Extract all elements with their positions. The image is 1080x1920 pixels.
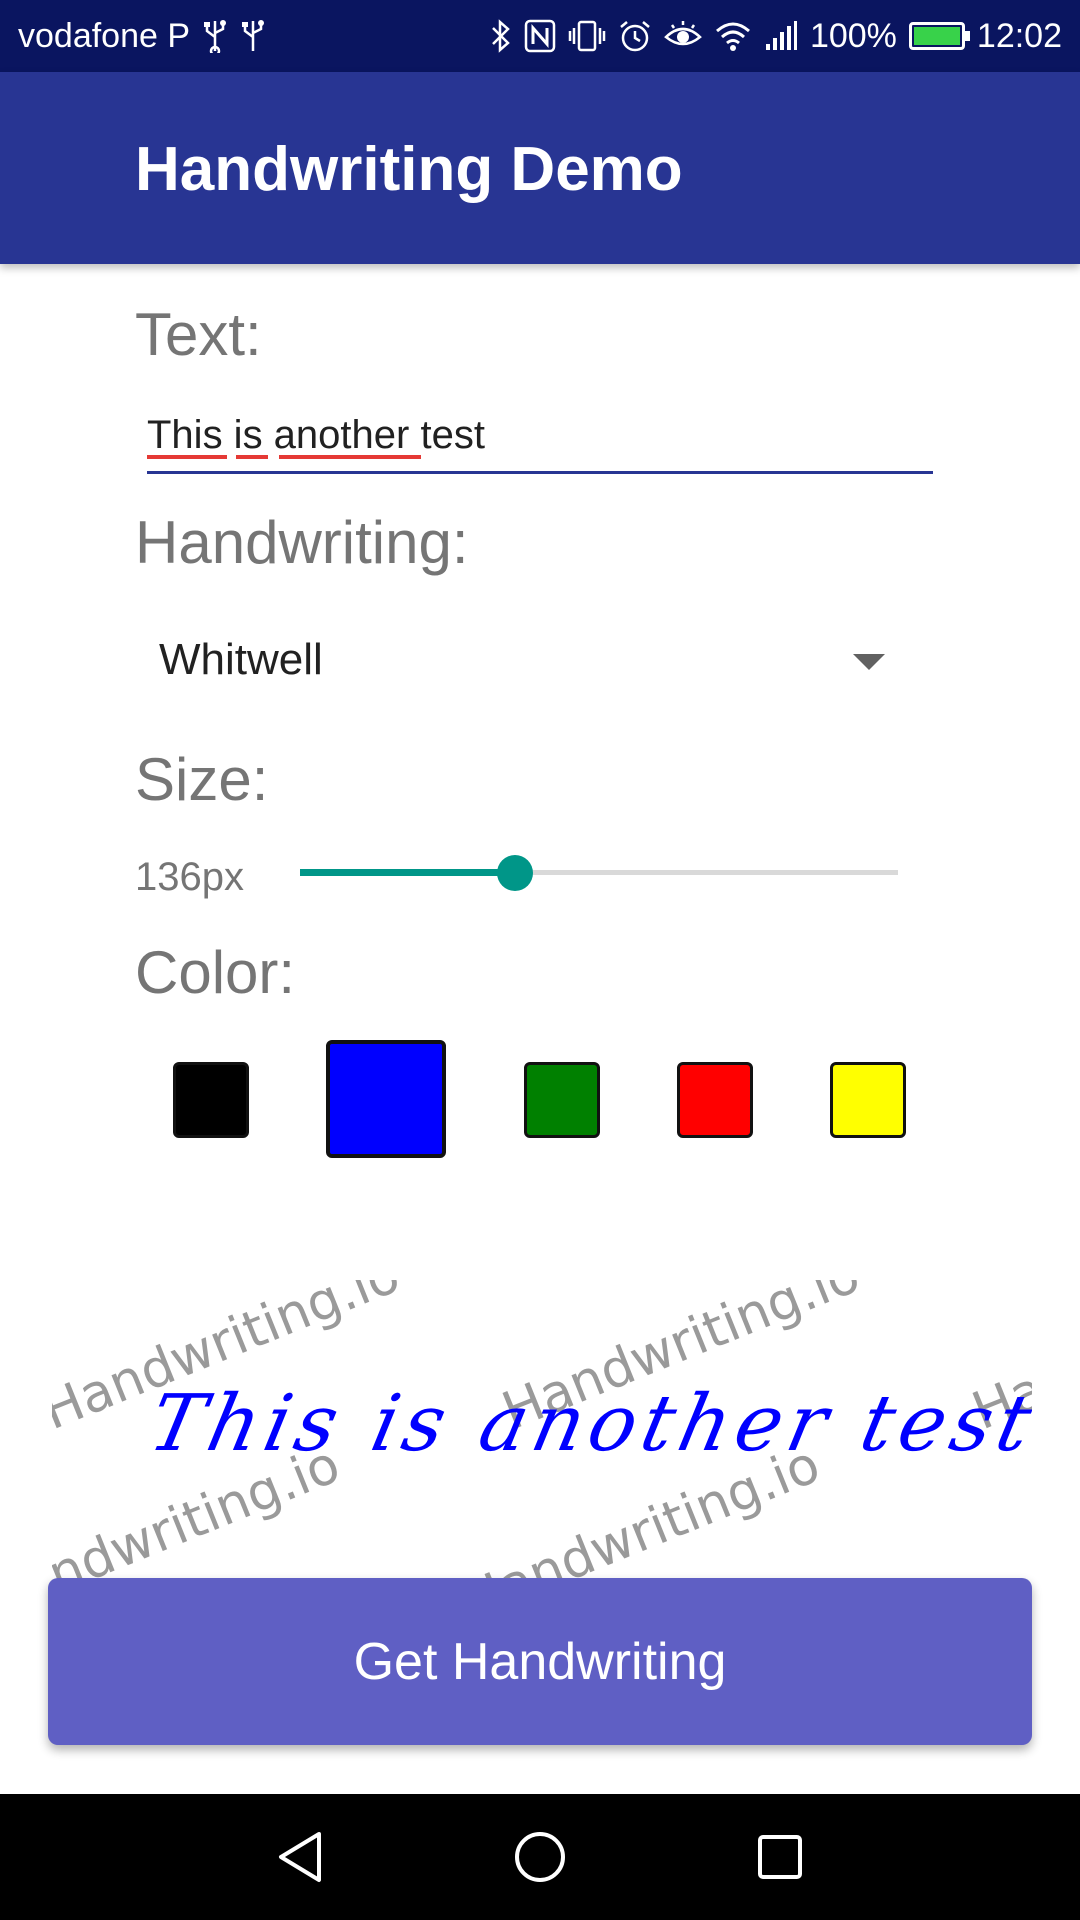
slider-thumb[interactable] (497, 855, 534, 891)
bluetooth-icon (490, 16, 512, 56)
usb-icon (240, 16, 266, 56)
color-swatch-red[interactable] (677, 1062, 753, 1138)
size-label: Size: (135, 746, 269, 813)
alarm-icon (618, 16, 652, 56)
color-label: Color: (135, 939, 296, 1006)
clock: 12:02 (976, 16, 1062, 55)
size-value: 136px (135, 855, 244, 899)
handwriting-preview: Handwriting.io Handwriting.io Handwritin… (52, 1280, 1032, 1580)
app-bar: Handwriting Demo (0, 72, 1080, 264)
signal-icon (764, 16, 798, 56)
spellcheck-underline (236, 455, 268, 459)
spellcheck-underline (279, 455, 421, 459)
wifi-icon (714, 16, 752, 56)
get-handwriting-button[interactable]: Get Handwriting (48, 1578, 1032, 1745)
battery-fill (913, 27, 960, 45)
navigation-bar (0, 1794, 1080, 1920)
text-label: Text: (135, 301, 262, 368)
usb-icon (202, 16, 228, 56)
carrier-label: vodafone P (18, 16, 191, 55)
size-slider[interactable] (300, 848, 898, 898)
eye-comfort-icon (664, 16, 702, 56)
vibrate-icon (568, 16, 606, 56)
app-title: Handwriting Demo (135, 135, 683, 204)
handwritten-text: This is another test (142, 1378, 1032, 1469)
spellcheck-underline (147, 455, 227, 459)
recents-icon[interactable] (750, 1827, 810, 1887)
handwriting-label: Handwriting: (135, 509, 469, 576)
battery-icon (908, 22, 970, 50)
slider-track-fill (300, 869, 516, 876)
text-field[interactable] (147, 405, 933, 474)
color-swatch-black[interactable] (173, 1062, 249, 1138)
status-bar: vodafone P 100% 12:02 (0, 0, 1080, 72)
color-swatch-green[interactable] (524, 1062, 600, 1138)
color-swatch-yellow[interactable] (830, 1062, 906, 1138)
handwriting-dropdown[interactable]: Whitwell (135, 620, 905, 700)
dropdown-arrow-icon (853, 654, 885, 670)
color-swatch-blue[interactable] (326, 1040, 446, 1158)
handwriting-selected: Whitwell (159, 635, 323, 684)
nfc-icon (524, 16, 556, 56)
preview-canvas: Handwriting.io Handwriting.io Handwritin… (52, 1280, 1032, 1580)
back-icon[interactable] (270, 1827, 330, 1887)
battery-label: 100% (809, 16, 897, 55)
home-icon[interactable] (510, 1827, 570, 1887)
